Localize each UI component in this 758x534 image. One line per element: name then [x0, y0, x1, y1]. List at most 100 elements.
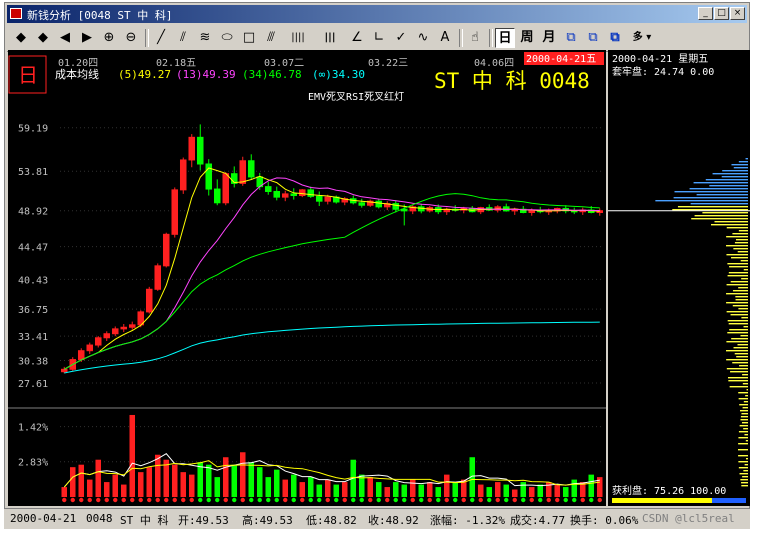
wave-tool-icon[interactable]: ∿	[413, 28, 433, 48]
multi-dropdown-button[interactable]: 多 ▾	[627, 28, 657, 48]
chip-bar	[729, 329, 748, 331]
price-tick: 33.41	[18, 332, 48, 343]
signal-dot	[385, 497, 390, 503]
chip-bar	[738, 467, 748, 469]
window-tile-icon[interactable]: ⧉	[561, 28, 581, 48]
candle	[188, 134, 196, 168]
zoom-out-icon[interactable]: ⊖	[121, 28, 141, 48]
chip-svg: 2000-04-21 星期五 套牢盘: 24.74 0.00 获利盘: 75.2…	[608, 53, 750, 503]
candle	[86, 342, 94, 354]
volume-bar	[282, 479, 289, 497]
chip-bar	[729, 386, 748, 388]
chip-distribution-panel[interactable]: 2000-04-21 星期五 套牢盘: 24.74 0.00 获利盘: 75.2…	[608, 50, 750, 506]
volume-bar	[409, 479, 416, 497]
chip-bar	[739, 410, 748, 412]
candle	[154, 263, 162, 291]
volume-bar	[418, 484, 425, 497]
close-button[interactable]: ×	[730, 7, 745, 20]
signal-dot	[555, 497, 560, 503]
candle	[596, 208, 604, 216]
chip-bar	[696, 194, 748, 196]
period-day-button[interactable]: 日	[495, 28, 515, 48]
period-badge: 日	[18, 63, 38, 87]
chip-bar	[728, 272, 748, 274]
chip-bar	[735, 239, 748, 241]
status-name: ST 中 科	[120, 514, 169, 527]
down-arrow-icon[interactable]: ◆	[33, 28, 53, 48]
text-tool-icon[interactable]: A	[435, 28, 455, 48]
volume-bar	[401, 484, 408, 497]
signal-dot	[580, 497, 585, 503]
up-arrow-icon[interactable]: ◆	[11, 28, 31, 48]
chip-bar	[732, 233, 748, 235]
signal-dot	[444, 497, 449, 503]
candle	[205, 159, 213, 196]
signal-dot	[274, 497, 279, 503]
window-cascade-icon[interactable]: ⧉	[583, 28, 603, 48]
speed-line-icon[interactable]: ∟	[369, 28, 389, 48]
signal-text: EMV死叉RSI死叉红灯	[308, 90, 404, 103]
status-low: 低:48.82	[306, 514, 357, 527]
parallel-line-icon[interactable]: ⫽	[173, 28, 193, 48]
ma-line-4	[64, 321, 600, 374]
candle	[128, 321, 136, 330]
signal-dot	[572, 497, 577, 503]
signal-dot	[393, 497, 398, 503]
volume-bar	[154, 454, 161, 497]
ma-inf-value: (∞)34.30	[312, 68, 365, 81]
price-tick: 30.38	[18, 357, 48, 368]
left-arrow-icon[interactable]: ◀	[55, 28, 75, 48]
right-arrow-icon[interactable]: ▶	[77, 28, 97, 48]
kline-chart[interactable]: 日 成本均线 (5)49.27 (13)49.39 (34)46.78 (∞)3…	[8, 50, 606, 506]
volume-bar	[188, 474, 195, 497]
chip-bar	[729, 266, 748, 268]
candle	[502, 203, 510, 212]
signal-dot	[325, 497, 330, 503]
channel-tool-icon[interactable]: ⫻	[261, 28, 281, 48]
minimize-button[interactable]: _	[698, 7, 713, 20]
volume-bar	[435, 487, 442, 497]
chip-bar	[727, 320, 748, 322]
chip-bar	[743, 428, 748, 430]
chip-bar	[732, 305, 748, 307]
chip-bar	[741, 485, 748, 487]
volume-bar	[137, 472, 144, 497]
signal-dot	[96, 497, 101, 503]
bars-tool-icon[interactable]: ||||	[283, 28, 313, 48]
period-month-button[interactable]: 月	[539, 28, 559, 48]
window-multi-icon[interactable]: ⧉	[605, 28, 625, 48]
check-tool-icon[interactable]: ✓	[391, 28, 411, 48]
fib-fan-icon[interactable]: ≋	[195, 28, 215, 48]
candle	[477, 206, 485, 215]
volume-bar	[256, 467, 263, 497]
signal-dot	[317, 497, 322, 503]
volume-bar	[129, 414, 136, 497]
chip-bar	[726, 368, 748, 370]
date-label-5: 04.06四	[474, 58, 514, 69]
date-label-3: 03.07二	[264, 58, 304, 69]
pointer-icon[interactable]: ☝	[465, 28, 485, 48]
chip-bar	[693, 182, 748, 184]
signal-dot	[113, 497, 118, 503]
volume-ma-line	[63, 453, 600, 488]
chip-bar	[731, 338, 748, 340]
candle	[281, 190, 289, 202]
chip-bar	[741, 482, 748, 484]
signal-dot	[359, 497, 364, 503]
period-week-button[interactable]: 周	[517, 28, 537, 48]
zoom-in-icon[interactable]: ⊕	[99, 28, 119, 48]
angle-tool-icon[interactable]: ∠	[347, 28, 367, 48]
volume-bar	[86, 479, 93, 497]
chip-bar	[705, 179, 748, 181]
chip-bar	[655, 200, 748, 202]
maximize-button[interactable]: □	[714, 7, 729, 20]
chip-bar	[738, 230, 748, 232]
ellipse-tool-icon[interactable]: ⬭	[217, 28, 237, 48]
line-tool-icon[interactable]: ╱	[151, 28, 171, 48]
rect-tool-icon[interactable]: □	[239, 28, 259, 48]
period-lines-icon[interactable]: |||	[315, 28, 345, 48]
signal-dot	[104, 497, 109, 503]
chip-bar	[731, 257, 748, 259]
signal-dot	[478, 497, 483, 503]
chip-bar	[741, 278, 748, 280]
